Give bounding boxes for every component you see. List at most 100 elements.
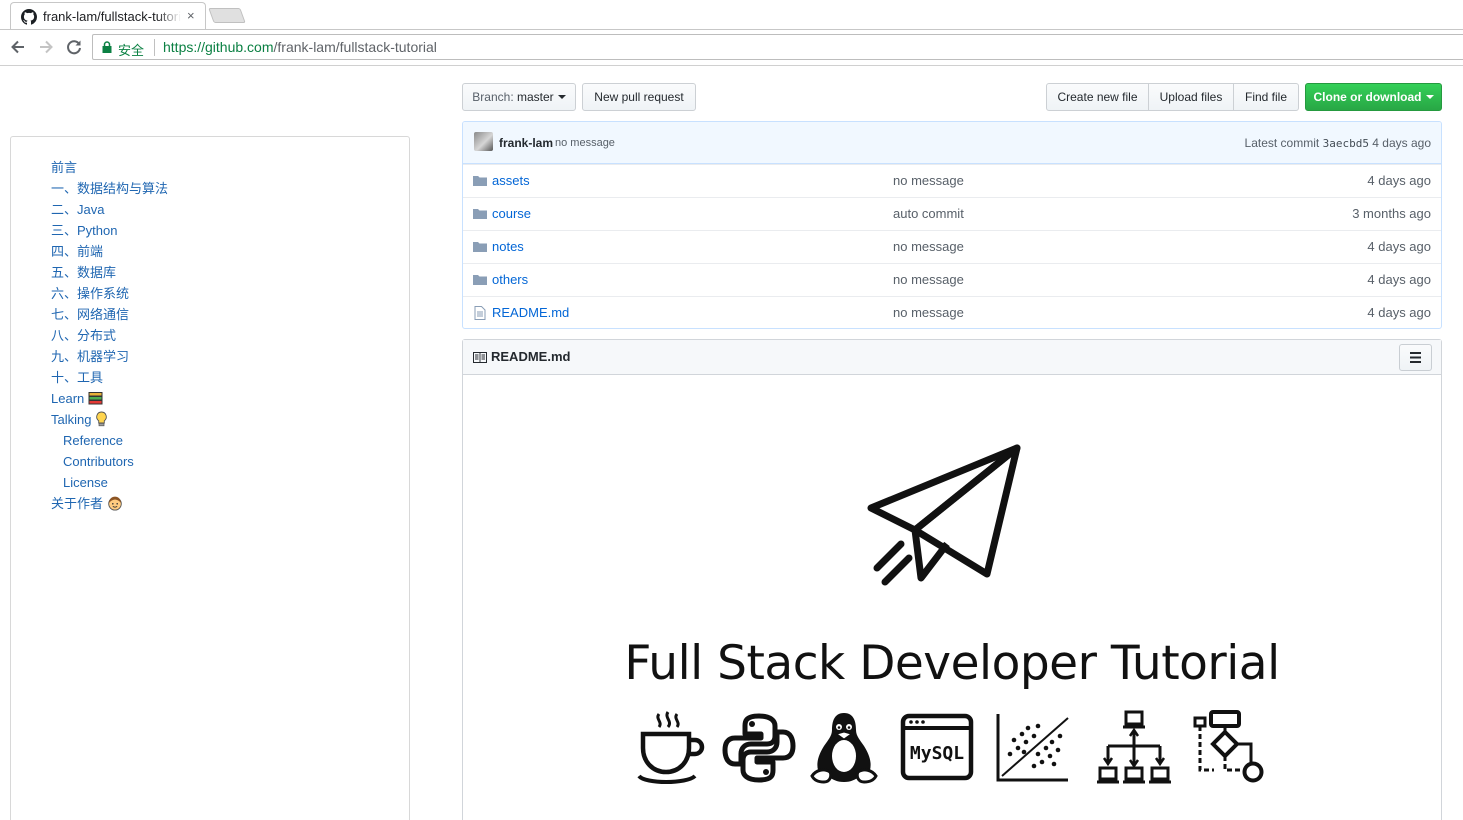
url-path: /frank-lam/fullstack-tutorial [273,39,437,55]
reload-icon[interactable] [65,38,83,56]
readme-title: README.md [491,349,571,364]
mysql-icon: MySQL [900,713,974,781]
machine-learning-chart-icon [996,714,1069,782]
boy-face-emoji-icon [108,496,122,511]
banner-title: Full Stack Developer Tutorial [624,636,1280,691]
toc-label: 六、操作系统 [51,286,130,301]
readme-toc-button[interactable] [1399,344,1432,371]
toc-label: Talking [51,412,92,427]
address-bar[interactable]: 安全 https://github.com/frank-lam/fullstac… [92,34,1463,60]
secure-label: 安全 [118,43,145,58]
toc-item-license[interactable]: License [63,474,108,492]
file-commit-message[interactable]: no message [893,239,964,254]
file-name-link[interactable]: assets [492,173,530,188]
file-commit-message[interactable]: no message [893,173,964,188]
clone-label: Clone or download [1313,90,1422,104]
file-icon [474,306,486,320]
branch-name: master [517,90,554,104]
tab-close-icon[interactable]: × [187,8,195,23]
toc-item-learn[interactable]: Learn [51,390,103,408]
toc-item-contributors[interactable]: Contributors [63,453,134,471]
toc-label: 一、数据结构与算法 [51,181,169,196]
chevron-down-icon [557,95,566,99]
toc-item-database[interactable]: 五、数据库 [51,264,116,282]
file-age: 4 days ago [1367,173,1431,188]
table-row: course auto commit 3 months ago [463,197,1441,230]
github-icon [21,9,37,25]
file-table: frank-lam no message Latest commit 3aecb… [462,121,1442,329]
toc-label: 八、分布式 [51,328,117,343]
toc-item-tools[interactable]: 十、工具 [51,369,103,387]
toc-label: 四、前端 [51,244,104,259]
folder-icon [473,176,487,186]
python-icon [722,713,796,783]
file-name-link[interactable]: notes [492,239,524,254]
toc-item-reference[interactable]: Reference [63,432,123,450]
commit-author[interactable]: frank-lam [499,136,553,150]
toc-label: 七、网络通信 [51,307,130,322]
browser-tab[interactable]: frank-lam/fullstack-tutorial × [10,2,206,30]
java-cup-icon [637,711,705,784]
toc-item-network[interactable]: 七、网络通信 [51,306,129,324]
folder-icon [473,275,487,285]
toc-label: 十、工具 [51,370,104,385]
find-file-button[interactable]: Find file [1233,83,1299,111]
upload-files-button[interactable]: Upload files [1148,83,1234,111]
toc-item-preface[interactable]: 前言 [51,159,77,177]
latest-commit-bar: frank-lam no message Latest commit 3aecb… [463,122,1441,164]
toc-label: 三、Python [51,223,118,238]
toc-label: 二、Java [51,202,105,217]
address-separator [154,39,155,56]
toc-item-os[interactable]: 六、操作系统 [51,285,129,303]
toc-item-algorithms[interactable]: 一、数据结构与算法 [51,180,168,198]
commit-age: 4 days ago [1372,136,1431,150]
branch-prefix: Branch: [472,90,514,104]
readme-header: README.md [463,340,1441,375]
file-commit-message[interactable]: auto commit [893,206,964,221]
create-new-file-button[interactable]: Create new file [1046,83,1149,111]
file-commit-message[interactable]: no message [893,272,964,287]
commit-message[interactable]: no message [555,137,615,149]
book-icon [473,352,487,363]
commit-sha[interactable]: 3aecbd5 [1323,137,1369,150]
paper-plane-logo-icon [867,444,1021,586]
url-host: https://github.com [163,39,274,55]
new-pull-request-button[interactable]: New pull request [582,83,696,111]
chevron-down-icon [1425,95,1434,99]
clone-or-download-button[interactable]: Clone or download [1305,83,1442,111]
toc-label: 九、机器学习 [51,349,130,364]
mysql-label: MySQL [910,743,964,764]
toc-label: 五、数据库 [51,265,117,280]
file-age: 3 months ago [1352,206,1431,221]
latest-commit-info: Latest commit 3aecbd5 4 days ago [1245,136,1431,150]
toc-label: 前言 [51,160,78,175]
url-text[interactable]: https://github.com/frank-lam/fullstack-t… [163,39,437,55]
avatar[interactable] [474,132,493,151]
file-name-link[interactable]: README.md [492,305,569,320]
toc-item-talking[interactable]: Talking [51,411,108,429]
folder-icon [473,209,487,219]
readme-box: README.md Full Stack Developer Tutorial [462,339,1442,820]
file-name-link[interactable]: others [492,272,528,287]
new-tab-button[interactable] [208,8,246,23]
toc-item-frontend[interactable]: 四、前端 [51,243,103,261]
forward-arrow-icon[interactable] [37,38,55,56]
toc-label: Learn [51,391,85,406]
toc-panel: 前言 一、数据结构与算法 二、Java 三、Python 四、前端 五、数据库 … [10,136,410,820]
branch-select-button[interactable]: Branch: master [462,83,576,111]
table-row: README.md no message 4 days ago [463,296,1441,328]
toc-item-distributed[interactable]: 八、分布式 [51,327,116,345]
folder-icon [473,242,487,252]
file-name-link[interactable]: course [492,206,531,221]
table-row: notes no message 4 days ago [463,230,1441,263]
toc-item-java[interactable]: 二、Java [51,201,104,219]
file-commit-message[interactable]: no message [893,305,964,320]
file-age: 4 days ago [1367,305,1431,320]
toc-item-python[interactable]: 三、Python [51,222,117,240]
toc-item-about-author[interactable]: 关于作者 [51,495,123,513]
toc-label: License [63,475,108,490]
tab-strip: frank-lam/fullstack-tutorial × [0,0,1463,30]
toc-item-ml[interactable]: 九、机器学习 [51,348,129,366]
back-arrow-icon[interactable] [9,38,27,56]
browser-toolbar: 安全 https://github.com/frank-lam/fullstac… [0,30,1463,66]
